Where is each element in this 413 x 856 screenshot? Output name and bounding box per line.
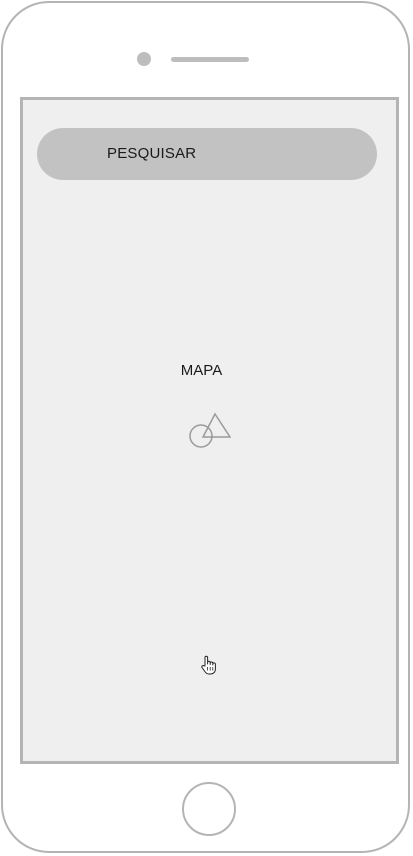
phone-frame: PESQUISAR MAPA xyxy=(1,1,410,853)
shapes-placeholder-icon xyxy=(189,412,231,448)
hand-pointer-icon xyxy=(201,655,216,675)
home-button[interactable] xyxy=(182,782,236,836)
search-bar[interactable]: PESQUISAR xyxy=(37,128,377,180)
front-camera xyxy=(137,52,151,66)
search-label: PESQUISAR xyxy=(107,145,197,162)
map-area[interactable]: MAPA xyxy=(23,192,396,761)
map-label: MAPA xyxy=(180,362,223,379)
phone-screen: PESQUISAR MAPA xyxy=(20,97,399,764)
earpiece-speaker xyxy=(171,57,249,62)
